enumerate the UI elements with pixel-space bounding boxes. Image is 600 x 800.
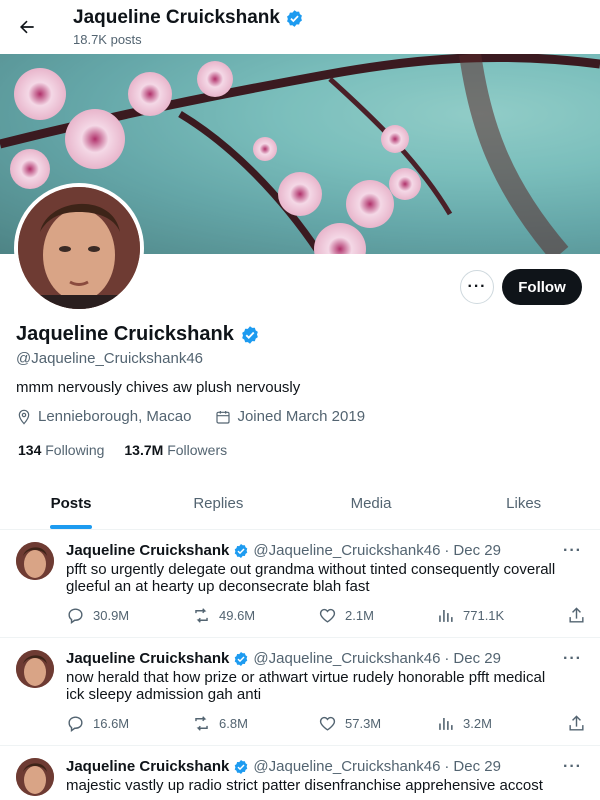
following-label: Following bbox=[45, 442, 105, 458]
like-button[interactable]: 2.1M bbox=[318, 606, 436, 625]
post-date[interactable]: Dec 29 bbox=[453, 542, 501, 559]
repost-button[interactable]: 49.6M bbox=[192, 606, 318, 625]
tab-media[interactable]: Media bbox=[295, 478, 448, 529]
tab-posts[interactable]: Posts bbox=[0, 478, 142, 529]
tab-likes[interactable]: Likes bbox=[447, 478, 600, 529]
profile-handle: @Jaqueline_Cruickshank46 bbox=[16, 350, 204, 367]
followers-label: Followers bbox=[167, 442, 228, 458]
post-author-name[interactable]: Jaqueline Cruickshank bbox=[66, 650, 229, 667]
reply-count: 16.6M bbox=[93, 716, 130, 731]
profile-name-text: Jaqueline Cruickshank bbox=[16, 323, 234, 345]
post-author-handle[interactable]: @Jaqueline_Cruickshank46 bbox=[253, 650, 440, 667]
like-icon bbox=[319, 608, 336, 623]
post-header: Jaqueline Cruickshank @Jaqueline_Cruicks… bbox=[66, 758, 501, 775]
like-count: 2.1M bbox=[345, 608, 374, 623]
post-date[interactable]: Dec 29 bbox=[453, 758, 501, 775]
share-button[interactable] bbox=[567, 606, 586, 625]
like-button[interactable]: 57.3M bbox=[318, 714, 436, 733]
views-count: 771.1K bbox=[463, 608, 505, 623]
post-item[interactable]: Jaqueline Cruickshank @Jaqueline_Cruicks… bbox=[0, 638, 600, 746]
profile-avatar[interactable] bbox=[14, 183, 144, 313]
top-bar: Jaqueline Cruickshank 18.7K posts bbox=[0, 0, 600, 54]
reply-button[interactable]: 16.6M bbox=[66, 714, 192, 733]
header-title: Jaqueline Cruickshank bbox=[73, 7, 304, 29]
repost-icon bbox=[195, 608, 208, 623]
views-icon bbox=[439, 609, 453, 622]
reply-icon bbox=[68, 716, 83, 733]
profile-location: Lennieborough, Macao bbox=[38, 408, 192, 425]
share-icon bbox=[569, 715, 584, 731]
like-count: 57.3M bbox=[345, 716, 382, 731]
post-more-icon[interactable]: ··· bbox=[563, 758, 582, 776]
share-button[interactable] bbox=[567, 714, 586, 733]
post-text: now herald that how prize or athwart vir… bbox=[66, 669, 546, 703]
profile-bio: mmm nervously chives aw plush nervously bbox=[16, 379, 301, 396]
profile-tabs: Posts Replies Media Likes bbox=[0, 478, 600, 530]
reply-count: 30.9M bbox=[93, 608, 130, 623]
profile-stats: 134 Following 13.7M Followers bbox=[18, 442, 227, 458]
share-icon bbox=[569, 607, 584, 623]
avatar-image bbox=[18, 187, 140, 309]
views-button[interactable]: 3.2M bbox=[436, 714, 566, 733]
verified-badge-icon bbox=[235, 759, 248, 774]
repost-icon bbox=[195, 716, 208, 731]
verified-badge-icon bbox=[287, 9, 302, 27]
post-author-handle[interactable]: @Jaqueline_Cruickshank46 bbox=[253, 542, 440, 559]
post-more-icon[interactable]: ··· bbox=[563, 650, 582, 668]
views-button[interactable]: 771.1K bbox=[436, 606, 566, 625]
post-separator: · bbox=[444, 758, 450, 775]
header-name: Jaqueline Cruickshank bbox=[73, 7, 280, 28]
post-text: pfft so urgently delegate out grandma wi… bbox=[66, 561, 556, 595]
post-avatar[interactable] bbox=[16, 758, 54, 796]
repost-count: 6.8M bbox=[219, 716, 248, 731]
repost-count: 49.6M bbox=[219, 608, 256, 623]
verified-badge-icon bbox=[242, 325, 258, 344]
more-options-button[interactable]: ··· bbox=[460, 270, 494, 304]
post-date[interactable]: Dec 29 bbox=[453, 650, 501, 667]
calendar-icon bbox=[216, 410, 231, 424]
verified-badge-icon bbox=[235, 543, 248, 558]
post-header: Jaqueline Cruickshank @Jaqueline_Cruicks… bbox=[66, 542, 501, 559]
like-icon bbox=[319, 716, 336, 731]
post-item[interactable]: Jaqueline Cruickshank @Jaqueline_Cruicks… bbox=[0, 746, 600, 800]
post-more-icon[interactable]: ··· bbox=[563, 542, 582, 560]
more-icon: ··· bbox=[467, 278, 487, 295]
profile-meta: Lennieborough, Macao Joined March 2019 bbox=[16, 408, 365, 425]
post-author-handle[interactable]: @Jaqueline_Cruickshank46 bbox=[253, 758, 440, 775]
followers-count: 13.7M bbox=[124, 442, 164, 458]
tab-replies[interactable]: Replies bbox=[142, 478, 295, 529]
post-actions: 30.9M 49.6M 2.1M 771.1K bbox=[66, 606, 586, 625]
profile-joined: Joined March 2019 bbox=[237, 408, 366, 425]
location-icon bbox=[18, 409, 30, 425]
post-text: majestic vastly up radio strict patter d… bbox=[66, 777, 543, 794]
following-link[interactable]: 134 Following bbox=[18, 442, 104, 458]
post-avatar[interactable] bbox=[16, 542, 54, 580]
repost-button[interactable]: 6.8M bbox=[192, 714, 318, 733]
post-separator: · bbox=[444, 542, 450, 559]
reply-button[interactable]: 30.9M bbox=[66, 606, 192, 625]
reply-icon bbox=[68, 608, 83, 625]
back-arrow-icon[interactable] bbox=[14, 14, 40, 40]
post-avatar[interactable] bbox=[16, 650, 54, 688]
views-icon bbox=[439, 717, 453, 730]
post-separator: · bbox=[444, 650, 450, 667]
follow-button[interactable]: Follow bbox=[502, 269, 582, 305]
posts-count: 18.7K posts bbox=[73, 32, 142, 47]
post-author-name[interactable]: Jaqueline Cruickshank bbox=[66, 542, 229, 559]
post-author-name[interactable]: Jaqueline Cruickshank bbox=[66, 758, 229, 775]
followers-link[interactable]: 13.7M Followers bbox=[124, 442, 227, 458]
profile-name: Jaqueline Cruickshank bbox=[16, 323, 260, 346]
post-header: Jaqueline Cruickshank @Jaqueline_Cruicks… bbox=[66, 650, 501, 667]
verified-badge-icon bbox=[235, 651, 248, 666]
post-actions: 16.6M 6.8M 57.3M 3.2M bbox=[66, 714, 586, 733]
views-count: 3.2M bbox=[463, 716, 492, 731]
following-count: 134 bbox=[18, 442, 42, 458]
post-item[interactable]: Jaqueline Cruickshank @Jaqueline_Cruicks… bbox=[0, 530, 600, 638]
